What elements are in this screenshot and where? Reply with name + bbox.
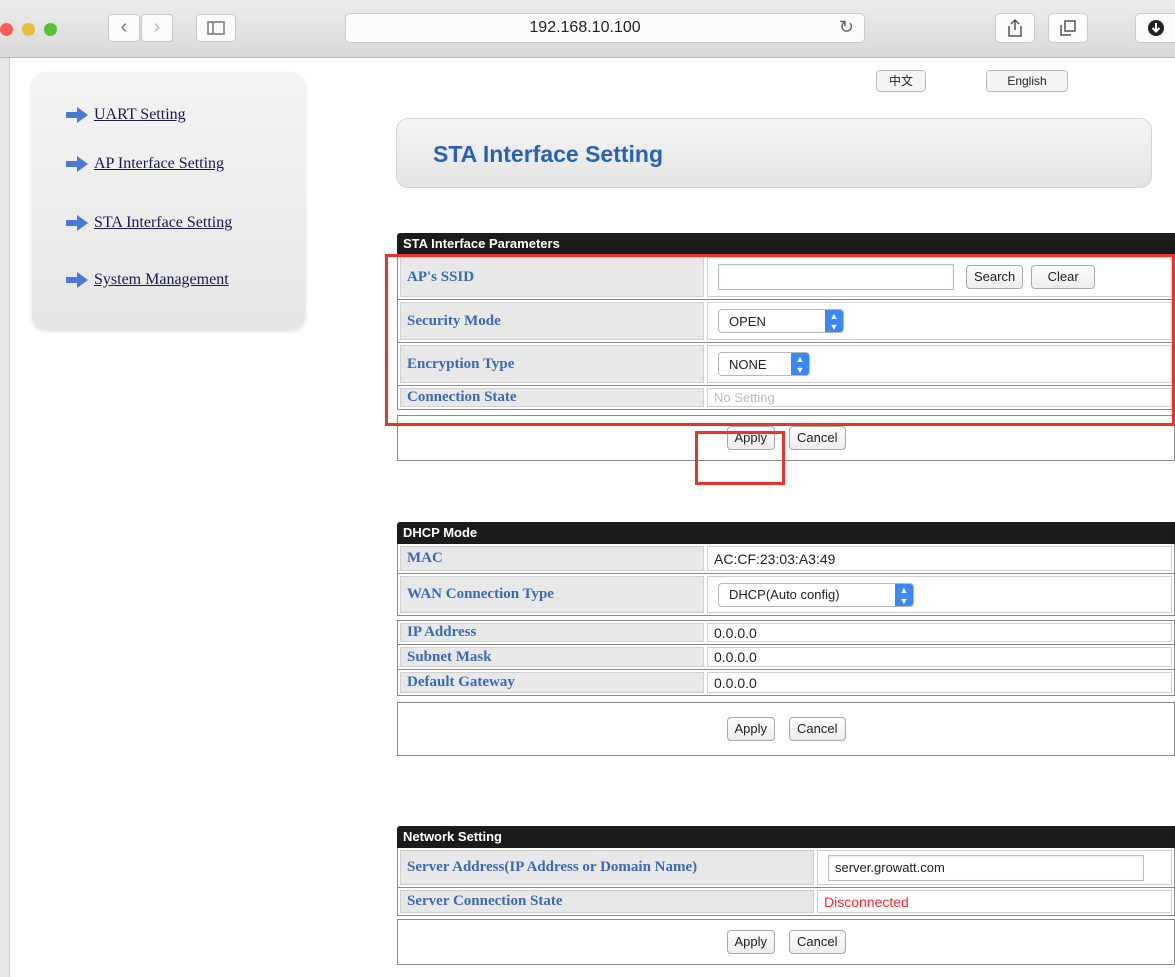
sidebar-item-sta-interface-setting[interactable]: STA Interface Setting xyxy=(66,211,232,235)
close-window-icon[interactable] xyxy=(0,23,13,36)
encryption-type-value: NONE xyxy=(729,356,767,372)
connection-state-row: Connection State No Setting xyxy=(397,386,1175,410)
clear-button[interactable]: Clear xyxy=(1031,265,1096,289)
sidebar-item-label: System Management xyxy=(94,271,229,288)
subnet-mask-label: Subnet Mask xyxy=(400,647,704,667)
back-button[interactable]: ‹ xyxy=(108,14,140,42)
sta-parameters-table: STA Interface Parameters AP's SSID Searc… xyxy=(397,233,1175,461)
server-connection-state-row: Server Connection State Disconnected xyxy=(397,888,1175,916)
network-cancel-button[interactable]: Cancel xyxy=(789,930,846,954)
ip-address-value[interactable]: 0.0.0.0 xyxy=(707,623,1172,642)
ssid-row: AP's SSID Search Clear xyxy=(397,255,1175,300)
subnet-mask-value[interactable]: 0.0.0.0 xyxy=(707,647,1172,667)
server-address-label: Server Address(IP Address or Domain Name… xyxy=(400,850,814,885)
network-setting-table: Network Setting Server Address(IP Addres… xyxy=(397,826,1175,965)
language-english-button[interactable]: English xyxy=(986,70,1068,92)
sta-apply-button[interactable]: Apply xyxy=(726,426,776,450)
server-address-input[interactable]: server.growatt.com xyxy=(828,854,1144,881)
default-gateway-row: Default Gateway 0.0.0.0 xyxy=(397,670,1175,696)
sidebar-item-system-management[interactable]: System Management xyxy=(66,268,229,292)
page-title-box: STA Interface Setting xyxy=(396,118,1152,188)
subnet-mask-row: Subnet Mask 0.0.0.0 xyxy=(397,645,1175,670)
ssid-input[interactable] xyxy=(718,264,954,290)
tabs-button[interactable] xyxy=(1048,13,1088,43)
ip-address-row: IP Address 0.0.0.0 xyxy=(397,620,1175,645)
arrow-right-icon xyxy=(66,156,88,172)
sidebar-icon xyxy=(207,21,225,35)
arrow-right-icon xyxy=(66,107,88,123)
sidebar-item-label: STA Interface Setting xyxy=(94,214,233,231)
page-title: STA Interface Setting xyxy=(433,141,664,167)
security-mode-cell: OPEN ▲ ▼ xyxy=(707,302,1172,340)
sidebar-item-label: UART Setting xyxy=(94,106,186,123)
address-bar[interactable]: 192.168.10.100 ↻ xyxy=(345,13,865,43)
select-stepper-icon: ▲ ▼ xyxy=(791,353,809,375)
reload-icon[interactable]: ↻ xyxy=(839,17,854,38)
section-header: Network Setting xyxy=(397,826,1175,848)
connection-state-value: No Setting xyxy=(707,388,1172,407)
wan-connection-type-label: WAN Connection Type xyxy=(400,576,704,613)
sidebar-menu: UART Setting AP Interface Setting STA In… xyxy=(32,72,305,329)
maximize-window-icon[interactable] xyxy=(44,23,57,36)
downloads-button[interactable] xyxy=(1135,13,1175,43)
sidebar-toggle-button[interactable] xyxy=(196,14,236,42)
section-header: DHCP Mode xyxy=(397,522,1175,544)
download-icon xyxy=(1147,20,1164,36)
sidebar-item-ap-interface-setting[interactable]: AP Interface Setting xyxy=(66,152,224,176)
ssid-label: AP's SSID xyxy=(400,257,704,297)
dhcp-actions-row: Apply Cancel xyxy=(397,702,1175,756)
encryption-type-cell: NONE ▲ ▼ xyxy=(707,345,1172,383)
forward-button[interactable]: › xyxy=(141,14,173,42)
security-mode-value: OPEN xyxy=(729,313,766,329)
mac-row: MAC AC:CF:23:03:A3:49 xyxy=(397,544,1175,574)
encryption-type-label: Encryption Type xyxy=(400,345,704,383)
sidebar-item-uart-setting[interactable]: UART Setting xyxy=(66,103,186,127)
arrow-right-icon xyxy=(66,272,88,288)
chevron-right-icon: › xyxy=(153,16,161,38)
url-text: 192.168.10.100 xyxy=(529,19,641,36)
arrow-right-icon xyxy=(66,215,88,231)
network-actions-row: Apply Cancel xyxy=(397,919,1175,965)
network-apply-button[interactable]: Apply xyxy=(726,930,776,954)
wan-connection-type-select[interactable]: DHCP(Auto config) ▲ ▼ xyxy=(718,582,914,607)
sta-actions-row: Apply Cancel xyxy=(397,415,1175,461)
encryption-type-select[interactable]: NONE ▲ ▼ xyxy=(718,352,810,376)
wan-connection-type-value: DHCP(Auto config) xyxy=(729,587,840,602)
server-address-row: Server Address(IP Address or Domain Name… xyxy=(397,848,1175,888)
default-gateway-label: Default Gateway xyxy=(400,672,704,693)
server-connection-state-value: Disconnected xyxy=(817,890,1172,913)
tabs-icon xyxy=(1060,20,1076,36)
sta-cancel-button[interactable]: Cancel xyxy=(789,426,846,450)
security-mode-row: Security Mode OPEN ▲ ▼ xyxy=(397,300,1175,343)
ssid-cell: Search Clear xyxy=(707,257,1172,297)
connection-state-label: Connection State xyxy=(400,388,704,407)
ip-address-label: IP Address xyxy=(400,623,704,642)
window-edge xyxy=(0,58,10,977)
mac-value: AC:CF:23:03:A3:49 xyxy=(707,546,1172,571)
select-stepper-icon: ▲ ▼ xyxy=(895,583,913,606)
share-button[interactable] xyxy=(995,13,1035,43)
default-gateway-value[interactable]: 0.0.0.0 xyxy=(707,672,1172,693)
search-button[interactable]: Search xyxy=(966,265,1024,289)
mac-label: MAC xyxy=(400,546,704,571)
dhcp-mode-table: DHCP Mode MAC AC:CF:23:03:A3:49 WAN Conn… xyxy=(397,522,1175,756)
security-mode-select[interactable]: OPEN ▲ ▼ xyxy=(718,309,844,333)
dhcp-apply-button[interactable]: Apply xyxy=(726,717,776,741)
sidebar-item-label: AP Interface Setting xyxy=(94,155,225,172)
server-address-cell: server.growatt.com xyxy=(817,850,1172,885)
section-header: STA Interface Parameters xyxy=(397,233,1175,255)
browser-toolbar: ‹ › 192.168.10.100 ↻ xyxy=(0,0,1175,58)
security-mode-label: Security Mode xyxy=(400,302,704,340)
language-chinese-button[interactable]: 中文 xyxy=(876,70,926,92)
minimize-window-icon[interactable] xyxy=(22,23,35,36)
dhcp-cancel-button[interactable]: Cancel xyxy=(789,717,846,741)
select-stepper-icon: ▲ ▼ xyxy=(825,310,843,332)
chevron-left-icon: ‹ xyxy=(120,16,128,38)
server-connection-state-label: Server Connection State xyxy=(400,890,814,913)
wan-connection-type-cell: DHCP(Auto config) ▲ ▼ xyxy=(707,576,1172,613)
encryption-type-row: Encryption Type NONE ▲ ▼ xyxy=(397,343,1175,386)
share-icon xyxy=(1008,18,1022,37)
wan-connection-type-row: WAN Connection Type DHCP(Auto config) ▲ ▼ xyxy=(397,574,1175,616)
